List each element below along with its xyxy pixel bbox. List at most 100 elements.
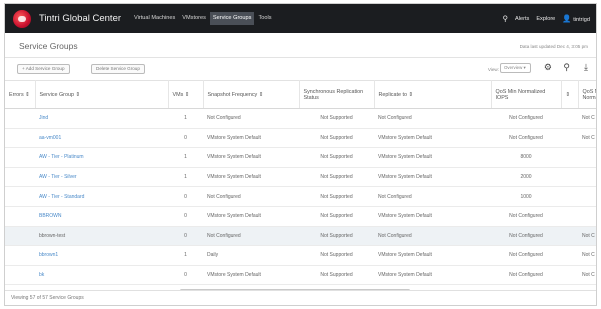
toolbar: + Add Service Group Delete Service Group… [5, 58, 596, 80]
table-row[interactable]: BBROWN 0 VMstore System Default Not Supp… [5, 206, 596, 227]
app-window: Tintri Global Center Virtual Machines VM… [4, 3, 597, 306]
cell-vms: 1 [168, 167, 203, 188]
cell-service-group-link[interactable]: AW - Tier - Platinum [35, 147, 168, 168]
table-row[interactable]: bbrown1 1 Daily Not Supported VMstore Sy… [5, 245, 596, 266]
cell-snapshot-frequency: Not Configured [203, 108, 299, 129]
delete-service-group-button[interactable]: Delete Service Group [91, 64, 145, 74]
cell-replicate-to: VMstore System Default [374, 128, 491, 149]
top-right-actions: ⚲ Alerts Explore 👤 tintrigd [503, 4, 590, 33]
nav-item-vmstores[interactable]: VMstores [179, 12, 209, 25]
cell-service-group-link[interactable]: bbrown1 [35, 245, 168, 266]
cell-qos-max [578, 167, 596, 188]
cell-errors [5, 206, 35, 227]
cell-replicate-to: Not Configured [374, 186, 491, 207]
table-row[interactable]: aa-vm001 0 VMstore System Default Not Su… [5, 128, 596, 149]
cell-vms: 0 [168, 128, 203, 149]
cell-sync-status: Not Supported [299, 186, 374, 207]
cell-service-group-link[interactable]: bk [35, 265, 168, 286]
cell-spacer [561, 265, 578, 286]
cell-service-group-link[interactable]: Jind [35, 108, 168, 129]
cell-vms: 0 [168, 206, 203, 227]
cell-spacer [561, 186, 578, 207]
search-icon[interactable]: ⚲ [563, 61, 570, 73]
explore-link[interactable]: Explore [536, 16, 555, 22]
cell-snapshot-frequency: VMstore System Default [203, 265, 299, 286]
search-icon[interactable]: ⚲ [503, 14, 509, 23]
cell-sync-status: Not Supported [299, 245, 374, 266]
column-header-replicate-to[interactable]: Replicate to ⇕ [374, 80, 492, 109]
cell-service-group-link[interactable]: AW - Tier - Silver [35, 167, 168, 188]
table-row-selected[interactable]: bbrown-test 0 Not Configured Not Support… [5, 226, 596, 247]
column-header-qos-min[interactable]: QoS Min Normalized IOPS [491, 80, 562, 109]
page-header: Service Groups Data last updated Dec 4, … [5, 33, 596, 58]
cell-qos-max [578, 147, 596, 168]
cell-spacer [561, 226, 578, 247]
cell-snapshot-frequency: VMstore System Default [203, 206, 299, 227]
cell-replicate-to: VMstore System Default [374, 206, 491, 227]
cell-replicate-to: VMstore System Default [374, 245, 491, 266]
add-service-group-button[interactable]: + Add Service Group [17, 64, 70, 74]
table-row[interactable]: AW - Tier - Silver 1 VMstore System Defa… [5, 167, 596, 188]
nav-item-service-groups[interactable]: Service Groups [209, 12, 255, 25]
cell-qos-max [578, 206, 596, 227]
column-header-snapshot-frequency[interactable]: Snapshot Frequency ⇕ [203, 80, 300, 109]
download-icon[interactable]: ⤓ [584, 61, 588, 73]
cell-service-group[interactable]: bbrown-test [35, 226, 168, 247]
cell-qos-min: Not Configured [491, 108, 561, 129]
table-row[interactable]: AW - Tier - Standard 0 Not Configured No… [5, 186, 596, 207]
service-groups-grid: Errors ⇕ Service Group ⇕ VMs ⇕ Snapshot … [5, 80, 596, 294]
cell-service-group-link[interactable]: aa-vm001 [35, 128, 168, 149]
cell-snapshot-frequency: Daily [203, 245, 299, 266]
cell-snapshot-frequency: Not Configured [203, 226, 299, 247]
cell-sync-status: Not Supported [299, 226, 374, 247]
cell-sync-status: Not Supported [299, 206, 374, 227]
user-menu[interactable]: 👤 tintrigd [562, 14, 590, 23]
cell-vms: 1 [168, 108, 203, 129]
nav-item-tools[interactable]: Tools [255, 12, 274, 25]
cell-vms: 1 [168, 147, 203, 168]
nav-item-virtual-machines[interactable]: Virtual Machines [131, 12, 178, 25]
view-select[interactable]: Overview ▾ [500, 63, 531, 73]
cell-replicate-to: VMstore System Default [374, 147, 491, 168]
cell-qos-max: Not C [578, 245, 596, 266]
cell-vms: 0 [168, 265, 203, 286]
column-header-qos-min-sort[interactable]: ⇕ [561, 80, 579, 109]
table-row[interactable]: bk 0 VMstore System Default Not Supporte… [5, 265, 596, 286]
cell-spacer [561, 147, 578, 168]
column-header-qos-max[interactable]: QoS Max Normalized [578, 80, 596, 109]
cell-replicate-to: Not Configured [374, 108, 491, 129]
cell-errors [5, 226, 35, 247]
cell-snapshot-frequency: VMstore System Default [203, 167, 299, 188]
column-header-service-group[interactable]: Service Group ⇕ [35, 80, 169, 109]
last-updated-text: Data last updated Dec 4, 3:05 pm [519, 44, 588, 49]
page-title: Service Groups [19, 41, 78, 51]
cell-spacer [561, 167, 578, 188]
cell-vms: 1 [168, 245, 203, 266]
cell-errors [5, 128, 35, 149]
cell-sync-status: Not Supported [299, 128, 374, 149]
table-row[interactable]: AW - Tier - Platinum 1 VMstore System De… [5, 147, 596, 168]
table-row[interactable]: Jind 1 Not Configured Not Supported Not … [5, 108, 596, 129]
column-header-errors[interactable]: Errors ⇕ [5, 80, 36, 109]
cell-snapshot-frequency: VMstore System Default [203, 147, 299, 168]
cell-snapshot-frequency: VMstore System Default [203, 128, 299, 149]
alerts-link[interactable]: Alerts [515, 16, 529, 22]
user-icon: 👤 [562, 14, 572, 23]
top-navigation-bar: Tintri Global Center Virtual Machines VM… [5, 4, 596, 33]
cell-replicate-to: VMstore System Default [374, 265, 491, 286]
column-header-sync-replication-status[interactable]: Synchronous Replication Status [299, 80, 375, 109]
cell-service-group-link[interactable]: AW - Tier - Standard [35, 186, 168, 207]
service-groups-table: Errors ⇕ Service Group ⇕ VMs ⇕ Snapshot … [5, 80, 596, 286]
cell-errors [5, 245, 35, 266]
cell-errors [5, 108, 35, 129]
gear-icon[interactable]: ⚙ [544, 61, 552, 73]
cell-sync-status: Not Supported [299, 265, 374, 286]
view-label: View: [487, 67, 499, 72]
app-title: Tintri Global Center [39, 13, 122, 24]
cell-qos-min: 8000 [491, 147, 561, 168]
column-header-vms[interactable]: VMs ⇕ [168, 80, 204, 109]
cell-service-group-link[interactable]: BBROWN [35, 206, 168, 227]
cell-spacer [561, 108, 578, 129]
cell-spacer [561, 206, 578, 227]
cell-sync-status: Not Supported [299, 147, 374, 168]
